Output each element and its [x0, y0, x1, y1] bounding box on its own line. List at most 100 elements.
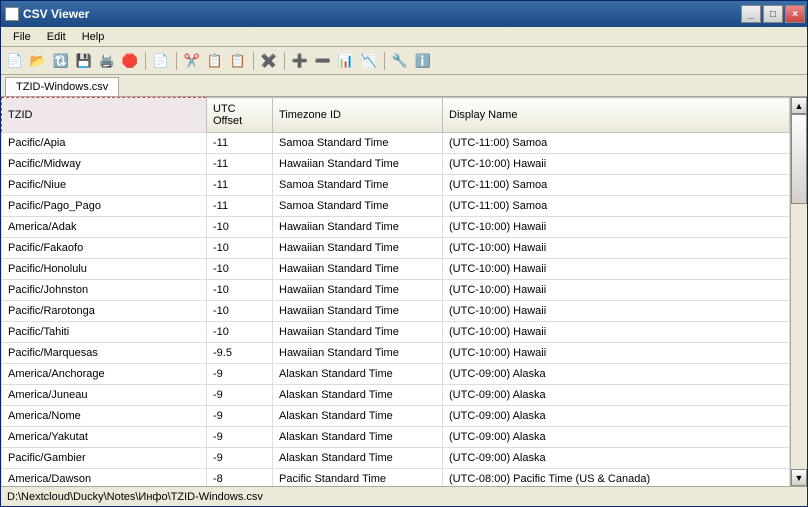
table-cell[interactable]: -10: [207, 217, 273, 238]
table-row[interactable]: America/Anchorage-9Alaskan Standard Time…: [2, 364, 790, 385]
insert-col-icon[interactable]: 📊: [336, 51, 356, 71]
column-header[interactable]: UTC Offset: [207, 98, 273, 133]
table-cell[interactable]: Pacific Standard Time: [273, 469, 443, 487]
table-cell[interactable]: Hawaiian Standard Time: [273, 280, 443, 301]
column-header[interactable]: TZID: [2, 98, 207, 133]
scroll-up-icon[interactable]: ▲: [791, 97, 807, 114]
maximize-button[interactable]: □: [763, 5, 783, 23]
refresh-icon[interactable]: 🔃: [51, 51, 71, 71]
column-header[interactable]: Timezone ID: [273, 98, 443, 133]
delete-row-icon[interactable]: ➖: [313, 51, 333, 71]
table-cell[interactable]: -9: [207, 385, 273, 406]
table-row[interactable]: Pacific/Marquesas-9.5Hawaiian Standard T…: [2, 343, 790, 364]
table-cell[interactable]: -11: [207, 133, 273, 154]
table-cell[interactable]: (UTC-09:00) Alaska: [443, 427, 790, 448]
table-cell[interactable]: Alaskan Standard Time: [273, 427, 443, 448]
scroll-track[interactable]: [791, 114, 807, 469]
table-cell[interactable]: (UTC-10:00) Hawaii: [443, 259, 790, 280]
table-cell[interactable]: Pacific/Honolulu: [2, 259, 207, 280]
copy-icon[interactable]: 📋: [205, 51, 225, 71]
table-cell[interactable]: -10: [207, 301, 273, 322]
table-row[interactable]: America/Nome-9Alaskan Standard Time(UTC-…: [2, 406, 790, 427]
tool-icon[interactable]: 🔧: [390, 51, 410, 71]
table-cell[interactable]: America/Anchorage: [2, 364, 207, 385]
table-cell[interactable]: (UTC-10:00) Hawaii: [443, 343, 790, 364]
table-cell[interactable]: -9.5: [207, 343, 273, 364]
table-cell[interactable]: -10: [207, 259, 273, 280]
table-cell[interactable]: (UTC-09:00) Alaska: [443, 406, 790, 427]
delete-col-icon[interactable]: 📉: [359, 51, 379, 71]
table-cell[interactable]: America/Dawson: [2, 469, 207, 487]
table-cell[interactable]: Hawaiian Standard Time: [273, 343, 443, 364]
table-cell[interactable]: -9: [207, 406, 273, 427]
table-cell[interactable]: -10: [207, 280, 273, 301]
table-row[interactable]: America/Dawson-8Pacific Standard Time(UT…: [2, 469, 790, 487]
delete-icon[interactable]: ✖️: [259, 51, 279, 71]
table-row[interactable]: Pacific/Midway-11Hawaiian Standard Time(…: [2, 154, 790, 175]
paste-icon[interactable]: 📋: [228, 51, 248, 71]
table-cell[interactable]: Alaskan Standard Time: [273, 364, 443, 385]
table-cell[interactable]: (UTC-09:00) Alaska: [443, 364, 790, 385]
table-cell[interactable]: Pacific/Apia: [2, 133, 207, 154]
open-icon[interactable]: 📂: [28, 51, 48, 71]
table-cell[interactable]: Samoa Standard Time: [273, 196, 443, 217]
table-cell[interactable]: Pacific/Fakaofo: [2, 238, 207, 259]
table-row[interactable]: Pacific/Rarotonga-10Hawaiian Standard Ti…: [2, 301, 790, 322]
table-cell[interactable]: -11: [207, 154, 273, 175]
info-icon[interactable]: ℹ️: [413, 51, 433, 71]
table-row[interactable]: Pacific/Johnston-10Hawaiian Standard Tim…: [2, 280, 790, 301]
stop-icon[interactable]: 🛑: [120, 51, 140, 71]
table-cell[interactable]: (UTC-11:00) Samoa: [443, 133, 790, 154]
table-cell[interactable]: -9: [207, 448, 273, 469]
table-cell[interactable]: Alaskan Standard Time: [273, 406, 443, 427]
scroll-thumb[interactable]: [791, 114, 807, 204]
table-cell[interactable]: Pacific/Tahiti: [2, 322, 207, 343]
table-cell[interactable]: Pacific/Gambier: [2, 448, 207, 469]
close-button[interactable]: ×: [785, 5, 805, 23]
table-cell[interactable]: -8: [207, 469, 273, 487]
menu-file[interactable]: File: [5, 29, 39, 45]
new-icon[interactable]: 📄: [5, 51, 25, 71]
table-cell[interactable]: Alaskan Standard Time: [273, 385, 443, 406]
table-cell[interactable]: America/Nome: [2, 406, 207, 427]
table-cell[interactable]: (UTC-09:00) Alaska: [443, 448, 790, 469]
table-cell[interactable]: America/Juneau: [2, 385, 207, 406]
table-cell[interactable]: Pacific/Rarotonga: [2, 301, 207, 322]
table-row[interactable]: America/Yakutat-9Alaskan Standard Time(U…: [2, 427, 790, 448]
menu-edit[interactable]: Edit: [39, 29, 74, 45]
print-icon[interactable]: 🖨️: [97, 51, 117, 71]
table-cell[interactable]: -10: [207, 322, 273, 343]
table-cell[interactable]: Hawaiian Standard Time: [273, 322, 443, 343]
table-row[interactable]: Pacific/Gambier-9Alaskan Standard Time(U…: [2, 448, 790, 469]
table-cell[interactable]: (UTC-09:00) Alaska: [443, 385, 790, 406]
table-cell[interactable]: Samoa Standard Time: [273, 133, 443, 154]
scroll-down-icon[interactable]: ▼: [791, 469, 807, 486]
table-cell[interactable]: Hawaiian Standard Time: [273, 238, 443, 259]
table-cell[interactable]: (UTC-11:00) Samoa: [443, 175, 790, 196]
table-cell[interactable]: Hawaiian Standard Time: [273, 154, 443, 175]
table-cell[interactable]: -9: [207, 427, 273, 448]
column-header[interactable]: Display Name: [443, 98, 790, 133]
table-row[interactable]: America/Juneau-9Alaskan Standard Time(UT…: [2, 385, 790, 406]
cut-icon[interactable]: ✂️: [182, 51, 202, 71]
table-cell[interactable]: Hawaiian Standard Time: [273, 301, 443, 322]
table-cell[interactable]: Samoa Standard Time: [273, 175, 443, 196]
table-cell[interactable]: (UTC-10:00) Hawaii: [443, 154, 790, 175]
table-cell[interactable]: Alaskan Standard Time: [273, 448, 443, 469]
table-cell[interactable]: Pacific/Pago_Pago: [2, 196, 207, 217]
table-cell[interactable]: Hawaiian Standard Time: [273, 217, 443, 238]
table-cell[interactable]: (UTC-10:00) Hawaii: [443, 217, 790, 238]
table-cell[interactable]: (UTC-08:00) Pacific Time (US & Canada): [443, 469, 790, 487]
table-cell[interactable]: America/Yakutat: [2, 427, 207, 448]
table-cell[interactable]: -11: [207, 175, 273, 196]
table-cell[interactable]: (UTC-11:00) Samoa: [443, 196, 790, 217]
table-cell[interactable]: Pacific/Niue: [2, 175, 207, 196]
table-cell[interactable]: -11: [207, 196, 273, 217]
table-row[interactable]: Pacific/Tahiti-10Hawaiian Standard Time(…: [2, 322, 790, 343]
table-cell[interactable]: (UTC-10:00) Hawaii: [443, 322, 790, 343]
insert-row-icon[interactable]: ➕: [290, 51, 310, 71]
vertical-scrollbar[interactable]: ▲ ▼: [790, 97, 807, 486]
table-cell[interactable]: America/Adak: [2, 217, 207, 238]
table-row[interactable]: Pacific/Pago_Pago-11Samoa Standard Time(…: [2, 196, 790, 217]
table-cell[interactable]: -9: [207, 364, 273, 385]
